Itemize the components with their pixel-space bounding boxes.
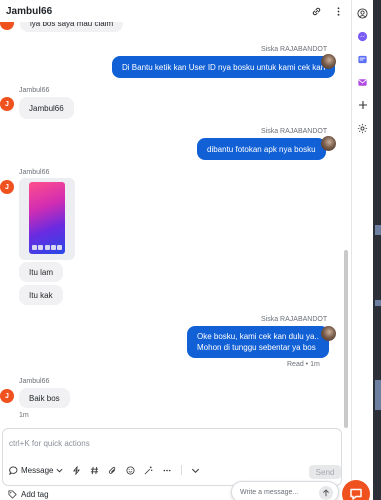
channel-icon[interactable] xyxy=(356,52,370,66)
settings-icon[interactable] xyxy=(356,121,370,135)
message-bubble: Di Bantu ketik kan User ID nya bosku unt… xyxy=(112,56,336,78)
chat-header: Jambul66 xyxy=(0,0,350,22)
avatar: J xyxy=(0,180,14,194)
agent-avatar xyxy=(321,136,336,151)
avatar: J xyxy=(0,389,14,403)
read-status: Read • 1m xyxy=(287,361,320,368)
message-mode-dropdown[interactable]: Message xyxy=(9,466,63,475)
message-line: Oke bosku, kami cek kan dulu ya.. xyxy=(197,332,319,341)
sender-name: Siska RAJABANDOT xyxy=(261,128,328,135)
expand-chevron-icon[interactable] xyxy=(191,466,200,475)
message-list[interactable]: iya bos saya mau claim Siska RAJABANDOT … xyxy=(0,22,342,420)
agent-avatar xyxy=(321,54,336,69)
message-bubble: Jambul66 xyxy=(19,97,74,119)
message-bubble: iya bos saya mau claim xyxy=(20,22,124,32)
messenger-icon[interactable] xyxy=(356,29,370,43)
magic-wand-icon[interactable] xyxy=(144,465,153,475)
plus-icon[interactable] xyxy=(356,98,370,112)
chat-scrollbar[interactable] xyxy=(344,250,348,428)
arrow-up-icon[interactable] xyxy=(319,486,333,500)
tag-icon xyxy=(8,490,17,499)
message-bubble: Oke bosku, kami cek kan dulu ya.. Mohon … xyxy=(187,326,329,358)
window-edge xyxy=(373,0,381,500)
send-button[interactable]: Send xyxy=(309,465,341,479)
chevron-down-icon xyxy=(57,468,63,472)
message-bubble: dibantu fotokan apk nya bosku xyxy=(197,138,326,160)
message-mode-label: Message xyxy=(21,465,54,475)
sender-name: Jambul66 xyxy=(19,378,50,385)
mail-icon[interactable] xyxy=(356,75,370,89)
sender-name: Jambul66 xyxy=(19,169,50,176)
conversation-title: Jambul66 xyxy=(6,5,53,17)
add-tag-button[interactable]: Add tag xyxy=(8,490,49,499)
image-attachment[interactable] xyxy=(19,178,75,260)
phone-screenshot-image xyxy=(29,182,65,254)
message-bubble: Itu lam xyxy=(19,262,64,282)
avatar xyxy=(0,22,14,30)
sender-name: Siska RAJABANDOT xyxy=(261,316,328,323)
toolbar-divider xyxy=(181,465,183,475)
right-sidebar xyxy=(351,0,373,500)
emoji-icon[interactable] xyxy=(126,465,135,475)
chat-launcher-button[interactable] xyxy=(342,480,370,500)
add-tag-label: Add tag xyxy=(21,490,49,499)
agent-avatar xyxy=(321,326,336,341)
message-time: 1m xyxy=(19,412,29,419)
sender-name: Jambul66 xyxy=(19,87,50,94)
more-options-icon[interactable] xyxy=(332,5,344,17)
composer-placeholder[interactable]: ctrl+K for quick actions xyxy=(9,439,90,448)
message-bubble: Baik bos xyxy=(19,388,70,408)
sender-name: Siska RAJABANDOT xyxy=(261,46,328,53)
link-icon[interactable] xyxy=(310,5,322,17)
message-bubble: Itu kak xyxy=(19,285,63,305)
chat-launcher-icon xyxy=(350,488,362,500)
lightning-icon[interactable] xyxy=(72,465,81,475)
avatar: J xyxy=(0,97,14,111)
widget-message-input[interactable]: Write a message... xyxy=(231,481,339,500)
message-line: Mohon di tunggu sebentar ya bos xyxy=(197,343,316,352)
profile-icon[interactable] xyxy=(356,6,370,20)
more-icon[interactable] xyxy=(162,466,172,475)
widget-placeholder: Write a message... xyxy=(240,489,299,496)
attachment-icon[interactable] xyxy=(108,466,117,475)
reply-composer[interactable]: ctrl+K for quick actions Message Send xyxy=(2,428,342,486)
chat-bubble-icon xyxy=(9,465,18,475)
hashtag-icon[interactable] xyxy=(90,466,99,475)
